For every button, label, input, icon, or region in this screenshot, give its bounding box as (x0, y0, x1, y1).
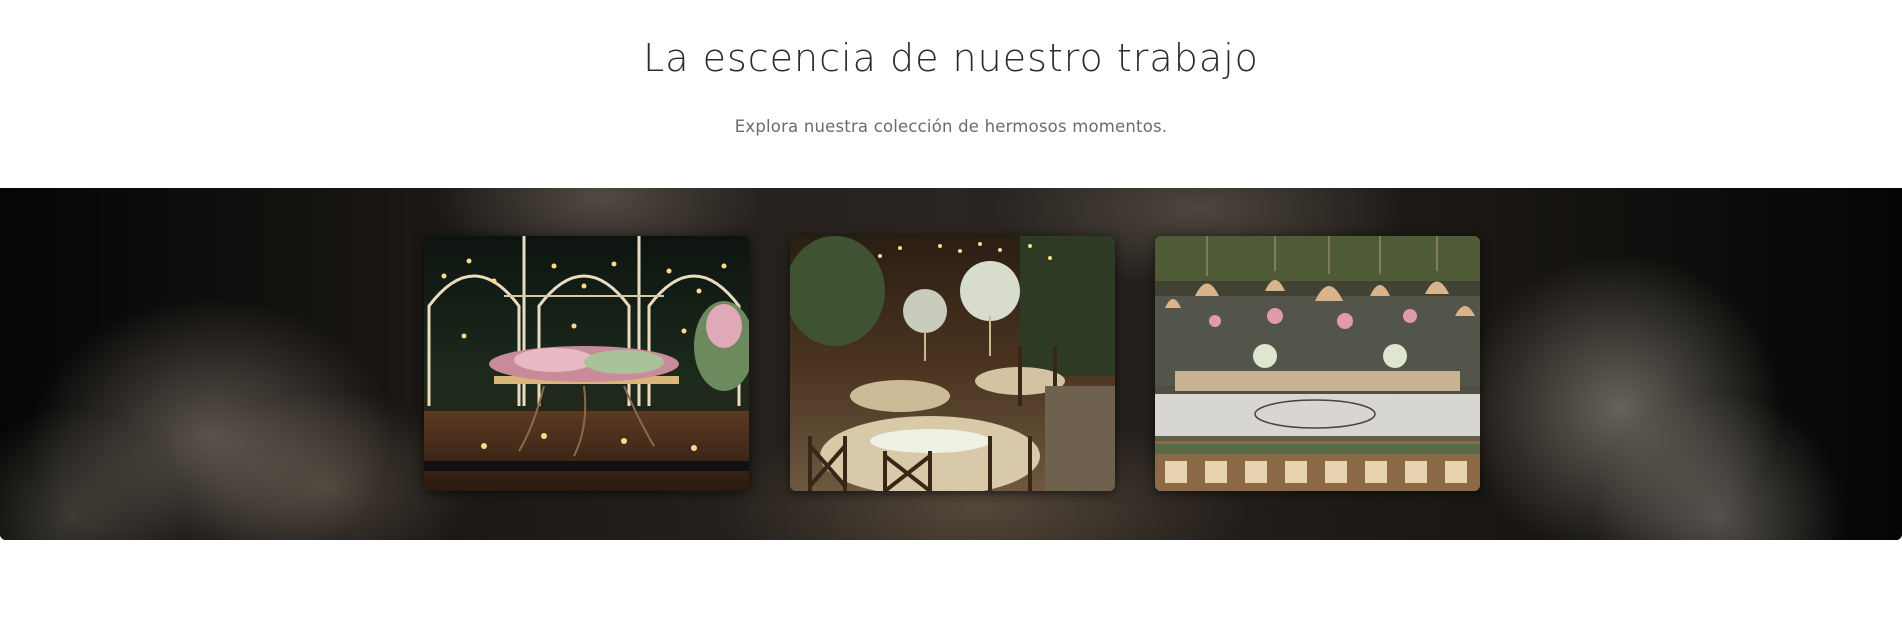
gallery-photo-2[interactable] (790, 236, 1115, 491)
section-title: La escencia de nuestro trabajo (643, 36, 1259, 80)
photo-gallery (0, 188, 1902, 540)
gallery-photo-3[interactable] (1155, 236, 1480, 491)
page: La escencia de nuestro trabajo Explora n… (0, 0, 1902, 632)
photo-head-table-arches (424, 236, 749, 491)
section-header: La escencia de nuestro trabajo Explora n… (0, 0, 1902, 188)
section-subtitle: Explora nuestra colección de hermosos mo… (734, 117, 1168, 136)
photo-round-tables (790, 236, 1115, 491)
photo-hanging-bells-reception (1155, 236, 1480, 491)
gallery-band (0, 188, 1902, 540)
gallery-photo-1[interactable] (424, 236, 749, 491)
